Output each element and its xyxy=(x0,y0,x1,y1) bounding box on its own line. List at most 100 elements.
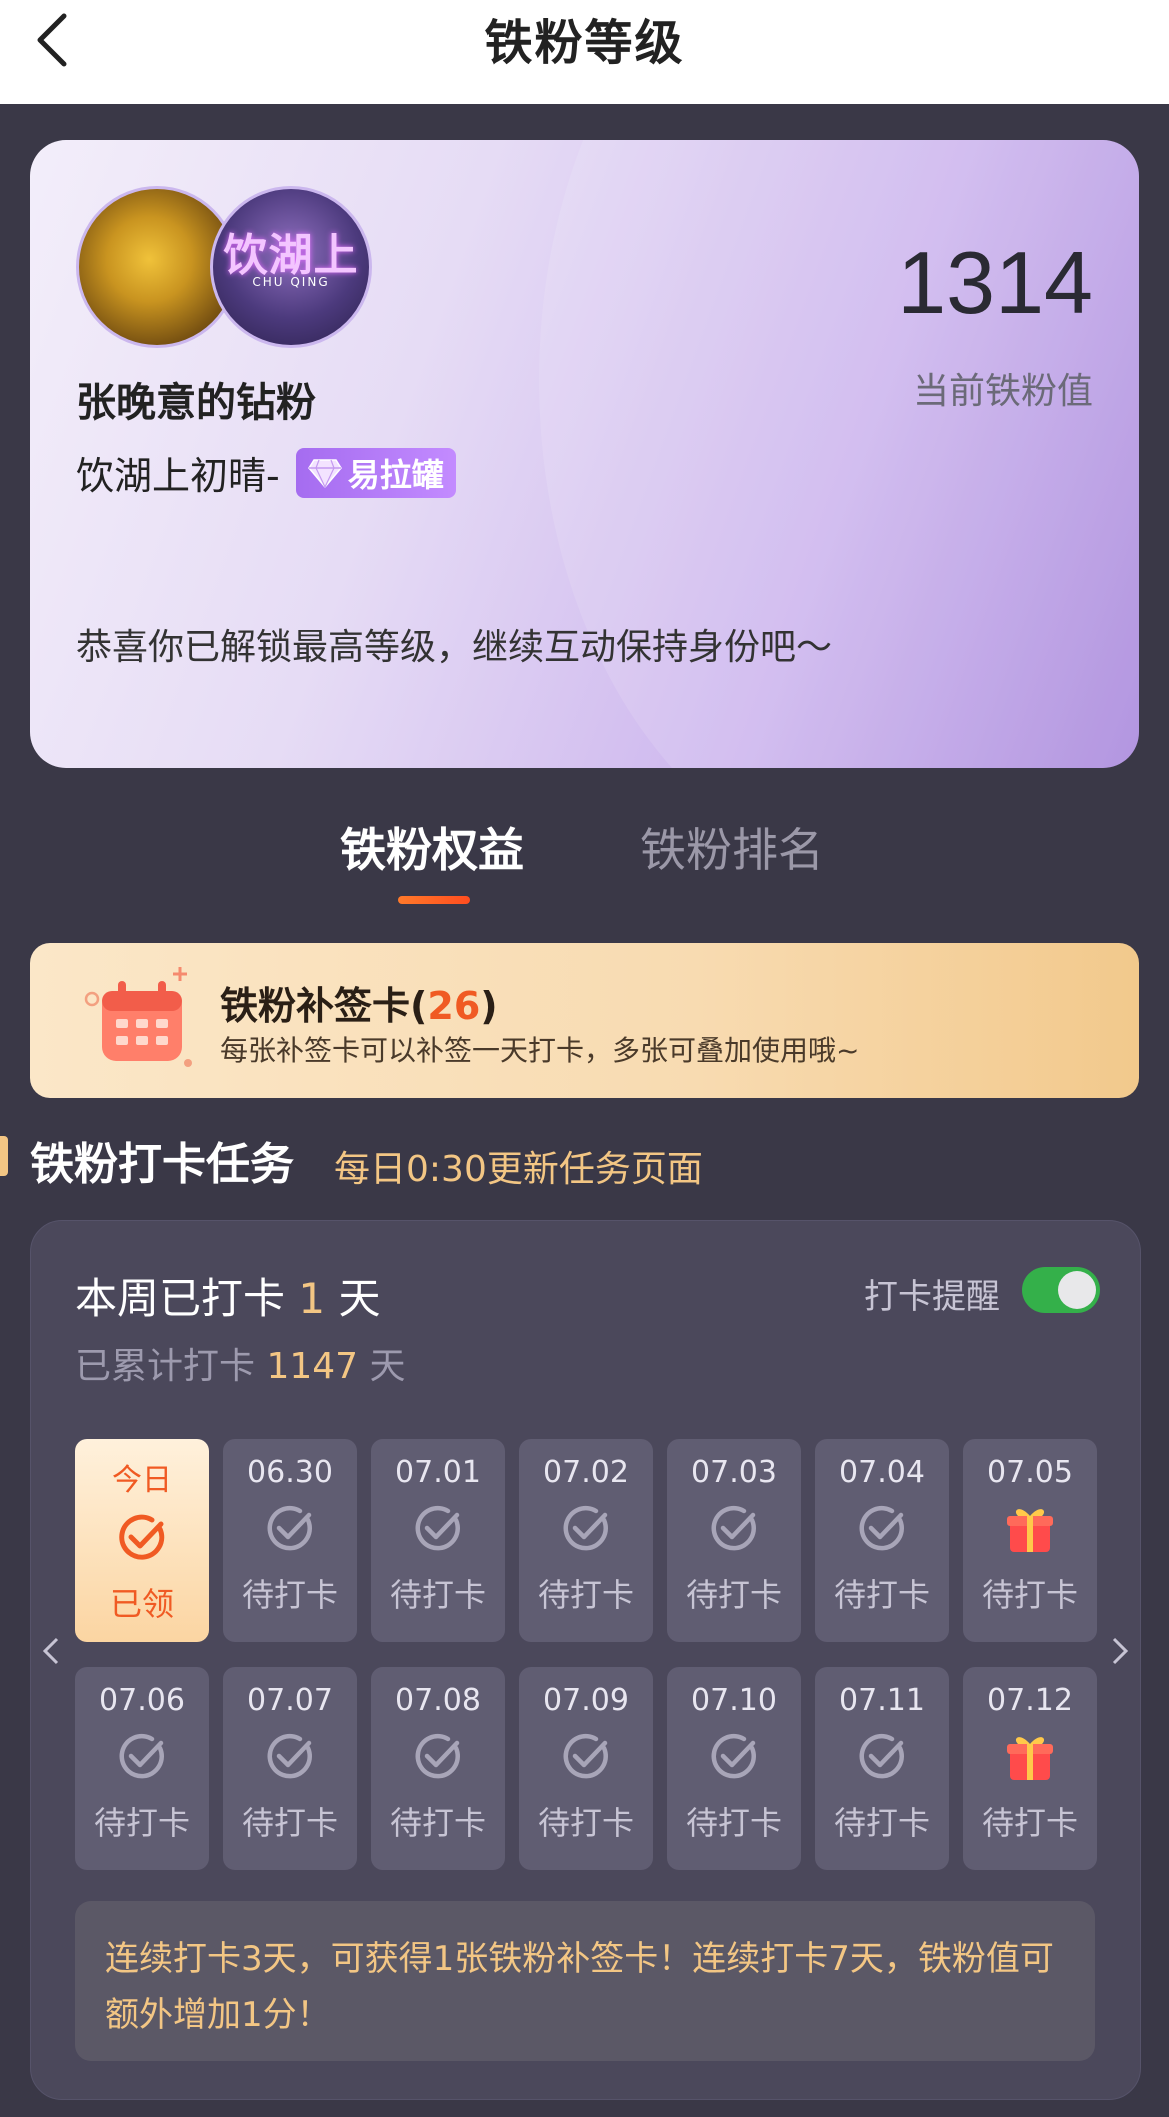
checkin-day-status: 待打卡 xyxy=(833,1804,930,1842)
checkin-day-date: 06.30 xyxy=(247,1455,333,1490)
checkin-day-status: 待打卡 xyxy=(389,1576,486,1614)
checkin-day[interactable]: 07.12 待打卡 xyxy=(963,1667,1097,1870)
checkin-day-date: 07.03 xyxy=(691,1455,777,1490)
resign-title-label: 铁粉补签卡 xyxy=(220,984,411,1028)
checkin-day-status: 待打卡 xyxy=(93,1804,190,1842)
diamond-icon xyxy=(307,458,342,488)
week-prefix: 本周已打卡 xyxy=(75,1274,286,1323)
fan-value-label: 当前铁粉值 xyxy=(912,371,1093,412)
check-icon xyxy=(711,1505,756,1551)
checkin-day[interactable]: 07.10 待打卡 xyxy=(667,1667,801,1870)
back-arrow-icon[interactable] xyxy=(28,10,88,70)
checkin-day-status: 待打卡 xyxy=(241,1576,338,1614)
checkin-day-status: 待打卡 xyxy=(833,1576,930,1614)
checkin-day-today[interactable]: 今日 已领 xyxy=(75,1439,209,1642)
check-icon xyxy=(415,1733,460,1779)
top-bar: 铁粉等级 xyxy=(0,0,1169,104)
tip-box: 连续打卡3天，可获得1张铁粉补签卡！连续打卡7天，铁粉值可额外增加1分！ xyxy=(75,1901,1095,2061)
tip-text: 连续打卡3天，可获得1张铁粉补签卡！连续打卡7天，铁粉值可额外增加1分！ xyxy=(105,1939,1054,2035)
check-icon xyxy=(859,1733,904,1779)
level-badge-label: 易拉罐 xyxy=(347,455,444,494)
total-days: 1147 xyxy=(266,1346,359,1387)
resign-card[interactable]: 铁粉补签卡(26) 每张补签卡可以补签一天打卡，多张可叠加使用哦~ xyxy=(30,943,1139,1098)
checkin-day[interactable]: 07.11 待打卡 xyxy=(815,1667,949,1870)
checkin-day-status: 待打卡 xyxy=(537,1804,634,1842)
toggle-knob xyxy=(1058,1271,1096,1309)
user-name: 饮湖上初晴- xyxy=(76,454,280,498)
checkin-day-date: 07.06 xyxy=(99,1683,185,1718)
total-checkin-line: 已累计打卡 1147 天 xyxy=(75,1337,406,1389)
check-icon xyxy=(119,1733,164,1779)
checkin-day[interactable]: 07.03 待打卡 xyxy=(667,1439,801,1642)
level-badge[interactable]: 易拉罐 xyxy=(295,447,456,498)
checkin-day-date: 07.11 xyxy=(839,1683,925,1718)
section-subtitle: 每日0:30更新任务页面 xyxy=(334,1149,703,1190)
week-days: 1 xyxy=(298,1274,326,1323)
checkin-day[interactable]: 07.08 待打卡 xyxy=(371,1667,505,1870)
resign-count: 26 xyxy=(427,984,481,1028)
checkin-day[interactable]: 07.06 待打卡 xyxy=(75,1667,209,1870)
remind-label: 打卡提醒 xyxy=(864,1277,1000,1317)
check-icon xyxy=(267,1733,312,1779)
checkin-day-date: 07.01 xyxy=(395,1455,481,1490)
avatar-logo-text: 饮湖上 xyxy=(223,230,359,281)
checkin-day-date: 07.08 xyxy=(395,1683,481,1718)
check-icon xyxy=(563,1733,608,1779)
checkin-day-status: 待打卡 xyxy=(685,1576,782,1614)
total-suffix: 天 xyxy=(369,1346,406,1387)
check-done-icon xyxy=(119,1514,165,1560)
checkin-day-date: 07.09 xyxy=(543,1683,629,1718)
checkin-day-date: 07.07 xyxy=(247,1683,333,1718)
checkin-day[interactable]: 07.02 待打卡 xyxy=(519,1439,653,1642)
prev-week-icon[interactable] xyxy=(39,1631,63,1671)
total-prefix: 已累计打卡 xyxy=(75,1346,256,1387)
checkin-day-status: 待打卡 xyxy=(685,1804,782,1842)
checkin-day-status: 待打卡 xyxy=(241,1804,338,1842)
week-suffix: 天 xyxy=(338,1274,381,1323)
checkin-day[interactable]: 06.30 待打卡 xyxy=(223,1439,357,1642)
checkin-day-status: 待打卡 xyxy=(981,1804,1078,1842)
checkin-card: 本周已打卡 1 天 已累计打卡 1147 天 打卡提醒 今日已领 06.30 待打卡… xyxy=(30,1220,1141,2100)
gift-icon xyxy=(1007,1509,1053,1552)
check-icon xyxy=(711,1733,756,1779)
checkin-day-status: 待打卡 xyxy=(537,1576,634,1614)
check-icon xyxy=(267,1505,312,1551)
resign-title: 铁粉补签卡(26) xyxy=(220,984,498,1028)
week-checkin-line: 本周已打卡 1 天 xyxy=(75,1265,380,1326)
next-week-icon[interactable] xyxy=(1108,1631,1132,1671)
section-accent-bar xyxy=(0,1136,8,1176)
fan-value: 1314 xyxy=(897,233,1093,332)
checkin-day-date: 今日 xyxy=(112,1463,172,1498)
checkin-day-status: 待打卡 xyxy=(981,1576,1078,1614)
checkin-day[interactable]: 07.04 待打卡 xyxy=(815,1439,949,1642)
checkin-day[interactable]: 07.05 待打卡 xyxy=(963,1439,1097,1642)
checkin-day[interactable]: 07.01 待打卡 xyxy=(371,1439,505,1642)
checkin-day-date: 07.02 xyxy=(543,1455,629,1490)
tab-bar: 铁粉权益 铁粉排名 xyxy=(0,814,1169,904)
checkin-day-status: 已领 xyxy=(109,1585,174,1623)
check-icon xyxy=(415,1505,460,1551)
resign-subtitle: 每张补签卡可以补签一天打卡，多张可叠加使用哦~ xyxy=(220,1034,860,1067)
avatar-logo-subtext: CHU QING xyxy=(252,275,330,289)
profile-card: 饮湖上 CHU QING 张晚意的钻粉 饮湖上初晴- 易拉罐 恭喜你已解锁最高等… xyxy=(30,140,1139,768)
tab-ranking[interactable]: 铁粉排名 xyxy=(640,814,824,880)
check-icon xyxy=(859,1505,904,1551)
checkin-day[interactable]: 07.07 待打卡 xyxy=(223,1667,357,1870)
check-icon xyxy=(563,1505,608,1551)
fan-level-name: 张晚意的钻粉 xyxy=(76,380,316,426)
gift-icon xyxy=(1007,1737,1053,1780)
tab-active-indicator xyxy=(398,896,470,904)
checkin-day[interactable]: 07.09 待打卡 xyxy=(519,1667,653,1870)
user-line: 饮湖上初晴- 易拉罐 xyxy=(76,445,456,500)
checkin-day-date: 07.04 xyxy=(839,1455,925,1490)
remind-toggle[interactable] xyxy=(1022,1267,1100,1313)
tab-benefits[interactable]: 铁粉权益 xyxy=(340,814,524,880)
page-title: 铁粉等级 xyxy=(484,15,685,71)
section-title: 铁粉打卡任务 xyxy=(30,1139,294,1190)
checkin-day-date: 07.05 xyxy=(987,1455,1073,1490)
checkin-day-status: 待打卡 xyxy=(389,1804,486,1842)
checkin-day-date: 07.12 xyxy=(987,1683,1073,1718)
user-avatar[interactable]: 饮湖上 CHU QING xyxy=(210,186,372,348)
checkin-day-date: 07.10 xyxy=(691,1683,777,1718)
calendar-icon xyxy=(84,967,192,1067)
